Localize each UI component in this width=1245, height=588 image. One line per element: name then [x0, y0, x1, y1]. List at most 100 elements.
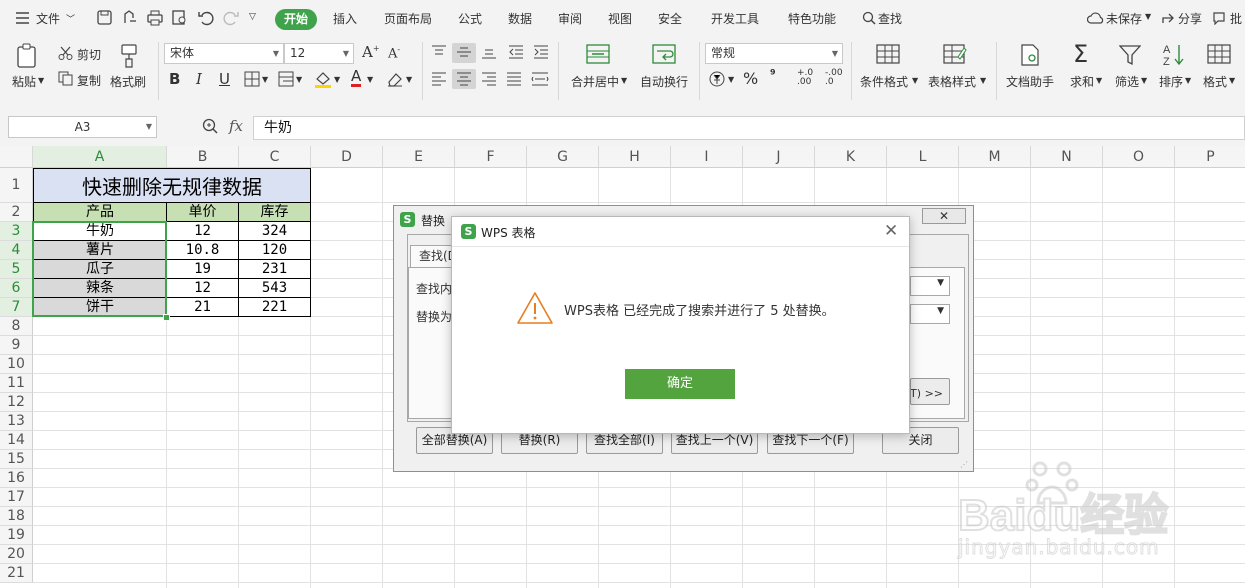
find-what-input[interactable]: ▼	[910, 276, 950, 296]
column-header-c[interactable]: C	[239, 146, 311, 168]
unsaved-dropdown-icon[interactable]: ▼	[1145, 12, 1151, 21]
format-painter-icon[interactable]	[118, 43, 140, 72]
undo-icon[interactable]	[197, 9, 215, 27]
tab-data[interactable]: 数据	[508, 10, 532, 27]
select-all-corner[interactable]	[0, 146, 33, 168]
column-header-d[interactable]: D	[311, 146, 383, 168]
scissors-icon[interactable]	[58, 46, 73, 63]
table-cell-price[interactable]: 12	[167, 222, 239, 241]
close-icon[interactable]: ✕	[884, 221, 898, 241]
sum-button[interactable]: 求和	[1070, 73, 1094, 90]
increase-indent-icon[interactable]	[533, 45, 549, 62]
row-header-7[interactable]: 7	[0, 298, 33, 317]
fill-pattern-icon[interactable]	[278, 71, 294, 90]
column-header-l[interactable]: L	[887, 146, 959, 168]
row-header-5[interactable]: 5	[0, 260, 33, 279]
export-icon[interactable]	[121, 9, 139, 27]
tab-page-layout[interactable]: 页面布局	[384, 10, 432, 27]
tab-special-features[interactable]: 特色功能	[788, 10, 836, 27]
row-header-4[interactable]: 4	[0, 241, 33, 260]
align-right-icon[interactable]	[481, 72, 497, 89]
eraser-dropdown-icon[interactable]: ▼	[406, 75, 412, 84]
row-header-14[interactable]: 14	[0, 431, 33, 450]
border-dropdown-icon[interactable]: ▼	[262, 75, 268, 84]
redo-icon[interactable]	[222, 9, 240, 27]
sort-dropdown-icon[interactable]: ▼	[1185, 76, 1191, 85]
conditional-format-icon[interactable]	[876, 43, 900, 68]
tab-view[interactable]: 视图	[608, 10, 632, 27]
fill-pattern-dropdown-icon[interactable]: ▼	[296, 75, 302, 84]
share-button[interactable]: 分享	[1178, 10, 1202, 27]
unsaved-status[interactable]: 未保存	[1106, 10, 1142, 27]
comment-button[interactable]: 批	[1230, 10, 1242, 27]
sort-icon[interactable]: AZ	[1162, 42, 1186, 71]
table-cell-price[interactable]: 10.8	[167, 241, 239, 260]
wrap-text-button[interactable]: 自动换行	[640, 73, 688, 90]
table-cell-stock[interactable]: 324	[239, 222, 311, 241]
column-header-f[interactable]: F	[455, 146, 527, 168]
column-header-n[interactable]: N	[1031, 146, 1103, 168]
header-cell-product[interactable]: 产品	[33, 203, 167, 222]
align-middle-icon[interactable]	[456, 45, 472, 62]
tab-developer[interactable]: 开发工具	[711, 10, 759, 27]
comment-icon[interactable]	[1212, 11, 1230, 29]
font-size-select[interactable]: 12 ▼	[284, 43, 354, 64]
doc-assistant-button[interactable]: 文档助手	[1006, 73, 1054, 90]
fill-handle[interactable]	[163, 314, 170, 321]
merge-dropdown-icon[interactable]: ▼	[621, 76, 627, 85]
search-command[interactable]: 查找	[878, 10, 902, 27]
align-left-icon[interactable]	[431, 72, 447, 89]
title-cell[interactable]: 快速删除无规律数据	[33, 168, 311, 203]
replace-dialog-close-icon[interactable]: ✕	[922, 208, 966, 224]
format-painter-button[interactable]: 格式刷	[110, 73, 146, 90]
header-cell-price[interactable]: 单价	[167, 203, 239, 222]
fx-icon[interactable]: fx	[229, 117, 243, 135]
file-menu[interactable]: 文件	[36, 10, 60, 27]
align-center-icon[interactable]	[456, 72, 472, 89]
border-icon[interactable]	[244, 71, 260, 90]
sum-dropdown-icon[interactable]: ▼	[1096, 76, 1102, 85]
percent-icon[interactable]: %	[743, 69, 758, 88]
conditional-format-button[interactable]: 条件格式	[860, 73, 908, 90]
chevron-down-icon[interactable]: ﹀	[66, 12, 75, 25]
table-cell-price[interactable]: 19	[167, 260, 239, 279]
sort-button[interactable]: 排序	[1159, 73, 1183, 90]
table-style-icon[interactable]	[943, 43, 967, 68]
fill-color-icon[interactable]	[314, 70, 332, 91]
decrease-decimal-icon[interactable]: -.00.0	[825, 69, 843, 87]
column-header-j[interactable]: J	[743, 146, 815, 168]
distribute-icon[interactable]	[531, 72, 549, 89]
filter-icon[interactable]	[1118, 44, 1142, 69]
sum-icon[interactable]: Σ	[1073, 40, 1088, 68]
format-icon[interactable]	[1207, 43, 1231, 68]
row-header-17[interactable]: 17	[0, 488, 33, 507]
ok-button[interactable]: 确定	[625, 369, 735, 399]
quick-access-dropdown-icon[interactable]: ▽	[249, 12, 256, 22]
table-cell-price[interactable]: 12	[167, 279, 239, 298]
merge-center-icon[interactable]	[586, 43, 610, 68]
align-bottom-icon[interactable]	[481, 45, 497, 62]
table-cell-price[interactable]: 21	[167, 298, 239, 317]
copy-icon[interactable]	[58, 71, 73, 89]
tab-find[interactable]: 查找(D)	[410, 245, 456, 267]
font-color-dropdown-icon[interactable]: ▼	[367, 75, 373, 84]
column-header-b[interactable]: B	[167, 146, 239, 168]
format-dropdown-icon[interactable]: ▼	[1229, 76, 1235, 85]
tab-insert[interactable]: 插入	[333, 10, 357, 27]
hamburger-menu-icon[interactable]	[14, 9, 32, 27]
row-header-6[interactable]: 6	[0, 279, 33, 298]
column-header-o[interactable]: O	[1103, 146, 1175, 168]
replace-with-input[interactable]: ▼	[910, 304, 950, 324]
row-header-3[interactable]: 3	[0, 222, 33, 241]
doc-assistant-icon[interactable]	[1019, 43, 1041, 70]
increase-font-icon[interactable]: A+	[362, 43, 380, 61]
row-header-16[interactable]: 16	[0, 469, 33, 488]
font-color-icon[interactable]: A	[351, 69, 362, 87]
currency-dropdown-icon[interactable]: ▼	[728, 75, 734, 84]
share-icon[interactable]	[1160, 11, 1178, 29]
column-header-g[interactable]: G	[527, 146, 599, 168]
print-preview-icon[interactable]	[171, 9, 189, 27]
paste-dropdown-icon[interactable]: ▼	[38, 76, 44, 85]
header-cell-stock[interactable]: 库存	[239, 203, 311, 222]
print-icon[interactable]	[146, 9, 164, 27]
